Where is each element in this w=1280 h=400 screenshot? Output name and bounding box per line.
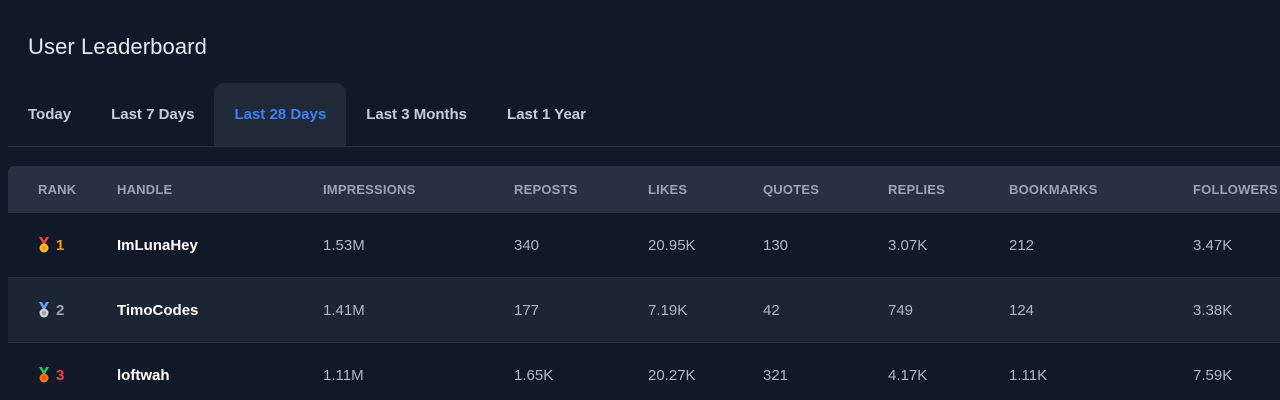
- quotes-value: 321: [763, 366, 789, 384]
- followers-value: 3.38K: [1193, 301, 1233, 319]
- impressions-value: 1.41M: [323, 301, 365, 319]
- likes-value: 20.27K: [648, 366, 696, 384]
- rank-number: 1: [56, 236, 65, 254]
- followers-value: 7.59K: [1193, 366, 1233, 384]
- column-header-rank[interactable]: RANK: [38, 166, 76, 213]
- user-handle-link[interactable]: TimoCodes: [117, 278, 198, 342]
- rank-cell: 3: [38, 343, 64, 400]
- tab-last-28-days[interactable]: Last 28 Days: [214, 83, 347, 146]
- table-row[interactable]: 3 loftwah 1.11M 1.65K 20.27K 321 4.17K 1…: [8, 343, 1280, 400]
- tab-last-7-days[interactable]: Last 7 Days: [91, 83, 214, 146]
- reposts-value: 177: [514, 301, 540, 319]
- rank-cell: 1: [38, 213, 64, 277]
- likes-value: 20.95K: [648, 236, 696, 254]
- tab-last-1-year[interactable]: Last 1 Year: [487, 83, 606, 146]
- column-header-handle[interactable]: HANDLE: [117, 166, 172, 213]
- rank-cell: 2: [38, 278, 64, 342]
- time-range-tabs: Today Last 7 Days Last 28 Days Last 3 Mo…: [8, 83, 1280, 147]
- column-header-replies[interactable]: REPLIES: [888, 166, 945, 213]
- bookmarks-value: 1.11K: [1009, 366, 1048, 384]
- page-title: User Leaderboard: [28, 34, 207, 59]
- column-header-likes[interactable]: LIKES: [648, 166, 687, 213]
- column-header-quotes[interactable]: QUOTES: [763, 166, 819, 213]
- reposts-value: 340: [514, 236, 540, 254]
- replies-value: 3.07K: [888, 236, 928, 254]
- leaderboard-table: RANK HANDLE IMPRESSIONS REPOSTS LIKES QU…: [8, 166, 1280, 400]
- leaderboard-page: User Leaderboard Today Last 7 Days Last …: [0, 0, 1280, 400]
- column-header-reposts[interactable]: REPOSTS: [514, 166, 578, 213]
- user-handle-link[interactable]: loftwah: [117, 343, 170, 400]
- silver-medal-icon: [38, 302, 50, 318]
- bookmarks-value: 124: [1009, 301, 1035, 319]
- reposts-value: 1.65K: [514, 366, 554, 384]
- likes-value: 7.19K: [648, 301, 688, 319]
- gold-medal-icon: [38, 237, 50, 253]
- bookmarks-value: 212: [1009, 236, 1035, 254]
- quotes-value: 42: [763, 301, 780, 319]
- table-row[interactable]: 1 ImLunaHey 1.53M 340 20.95K 130 3.07K 2…: [8, 213, 1280, 278]
- column-header-bookmarks[interactable]: BOOKMARKS: [1009, 166, 1097, 213]
- column-header-impressions[interactable]: IMPRESSIONS: [323, 166, 416, 213]
- rank-number: 3: [56, 366, 65, 384]
- followers-value: 3.47K: [1193, 236, 1233, 254]
- column-header-followers[interactable]: FOLLOWERS: [1193, 166, 1278, 213]
- tab-last-3-months[interactable]: Last 3 Months: [346, 83, 487, 146]
- tab-today[interactable]: Today: [8, 83, 91, 146]
- quotes-value: 130: [763, 236, 789, 254]
- table-header: RANK HANDLE IMPRESSIONS REPOSTS LIKES QU…: [8, 166, 1280, 213]
- impressions-value: 1.53M: [323, 236, 365, 254]
- impressions-value: 1.11M: [323, 366, 364, 384]
- user-handle-link[interactable]: ImLunaHey: [117, 213, 198, 277]
- bronze-medal-icon: [38, 367, 50, 383]
- replies-value: 4.17K: [888, 366, 928, 384]
- replies-value: 749: [888, 301, 914, 319]
- table-row[interactable]: 2 TimoCodes 1.41M 177 7.19K 42 749 124 3…: [8, 278, 1280, 343]
- rank-number: 2: [56, 301, 65, 319]
